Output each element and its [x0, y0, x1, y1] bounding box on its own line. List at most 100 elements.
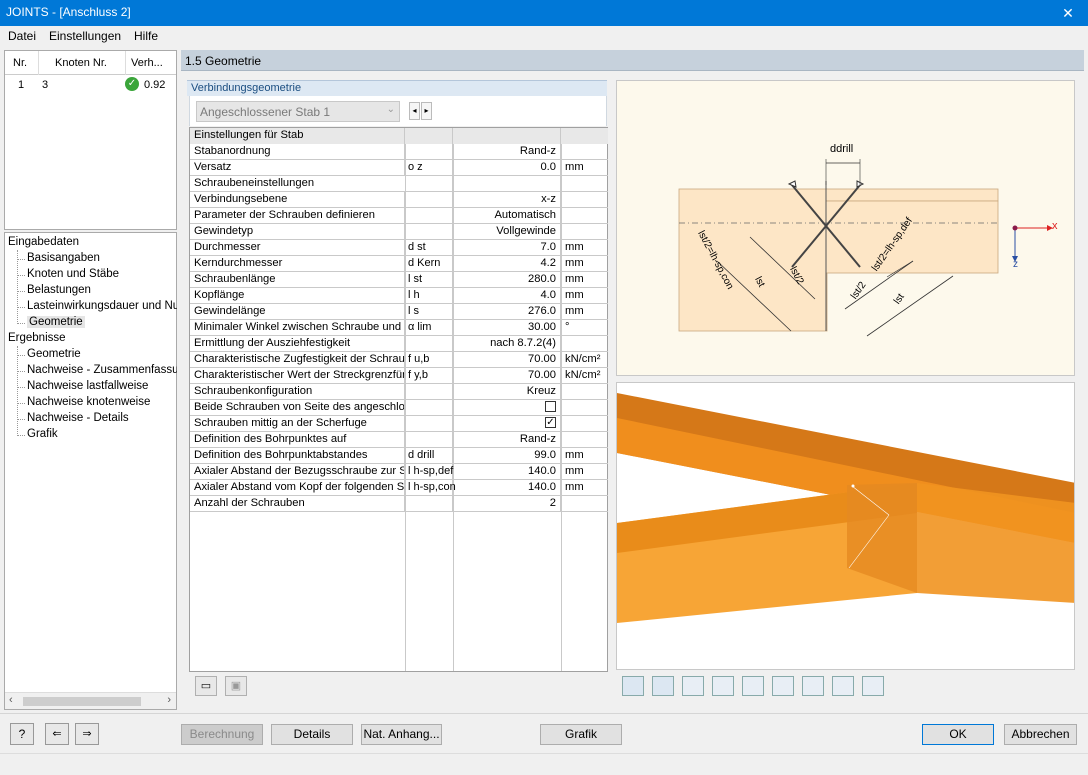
- view-x-icon[interactable]: [682, 676, 704, 696]
- member-select[interactable]: Angeschlossener Stab 1 ⌄: [196, 101, 400, 122]
- copy-view-icon[interactable]: [862, 676, 884, 696]
- tree-item-nachweise-details[interactable]: Nachweise - Details: [27, 412, 129, 424]
- grid-row[interactable]: Verbindungsebene x-z: [190, 192, 608, 208]
- grid-row[interactable]: Definition des Bohrpunktabstandes d drill…: [190, 448, 608, 464]
- horizontal-scrollbar[interactable]: ‹ ›: [5, 692, 176, 709]
- grid-value[interactable]: 140.0: [453, 464, 561, 480]
- grid-row[interactable]: Kopflänge l h 4.0 mm: [190, 288, 608, 304]
- grid-value[interactable]: 70.00: [453, 352, 561, 368]
- col-knoten[interactable]: Knoten Nr.: [55, 57, 107, 69]
- view-y-icon[interactable]: [742, 676, 764, 696]
- grid-value[interactable]: 276.0: [453, 304, 561, 320]
- grid-row[interactable]: Ermittlung der Ausziehfestigkeit nach 8.7…: [190, 336, 608, 352]
- grid-value[interactable]: 2: [453, 496, 561, 512]
- menu-hilfe[interactable]: Hilfe: [134, 29, 158, 43]
- grid-value[interactable]: [453, 400, 561, 416]
- ok-button[interactable]: OK: [922, 724, 994, 745]
- tree-group-eingabedaten[interactable]: Eingabedaten: [8, 236, 79, 248]
- nat-anhang-button[interactable]: Nat. Anhang...: [361, 724, 442, 745]
- tree-item-grafik[interactable]: Grafik: [27, 428, 58, 440]
- grid-row[interactable]: Charakteristischer Wert der Streckgrenzf…: [190, 368, 608, 384]
- grid-row[interactable]: Anzahl der Schrauben 2: [190, 496, 608, 512]
- menu-datei[interactable]: Datei: [8, 29, 36, 43]
- grid-row[interactable]: Schraubenlänge l st 280.0 mm: [190, 272, 608, 288]
- view-z-icon[interactable]: [772, 676, 794, 696]
- tree-item-nachweise-zusammenfassung[interactable]: Nachweise - Zusammenfassung: [27, 364, 177, 376]
- tree-item-basisangaben[interactable]: Basisangaben: [27, 252, 100, 264]
- table-row[interactable]: 1 3 ✓ 0.92: [5, 76, 176, 94]
- export-icon[interactable]: ⇒: [75, 723, 99, 745]
- tree-group-ergebnisse[interactable]: Ergebnisse: [8, 332, 66, 344]
- grid-label: Anzahl der Schrauben: [190, 496, 405, 512]
- grid-value[interactable]: 30.00: [453, 320, 561, 336]
- grid-row[interactable]: Versatz o z 0.0 mm: [190, 160, 608, 176]
- zoom-reset-icon[interactable]: [832, 676, 854, 696]
- grid-value[interactable]: Kreuz: [453, 384, 561, 400]
- grid-value[interactable]: 99.0: [453, 448, 561, 464]
- 3d-view[interactable]: [616, 382, 1075, 670]
- scroll-left-icon[interactable]: ‹: [9, 694, 13, 706]
- grid-value[interactable]: nach 8.7.2(4): [453, 336, 561, 352]
- view-minus-x-icon[interactable]: [712, 676, 734, 696]
- grid-value[interactable]: 7.0: [453, 240, 561, 256]
- close-icon[interactable]: ✕: [1048, 0, 1088, 26]
- tree-item-nachweise-lastfallweise[interactable]: Nachweise lastfallweise: [27, 380, 148, 392]
- grid-value[interactable]: 140.0: [453, 480, 561, 496]
- grid-row[interactable]: Parameter der Schrauben definieren Automa…: [190, 208, 608, 224]
- grid-row[interactable]: Stabanordnung Rand-z: [190, 144, 608, 160]
- grid-value[interactable]: ✓: [453, 416, 561, 432]
- grid-row[interactable]: Definition des Bohrpunktes auf Rand-z: [190, 432, 608, 448]
- tree-item-lasteinwirkungsdauer[interactable]: Lasteinwirkungsdauer und Nutz: [27, 300, 177, 312]
- details-button[interactable]: Details: [271, 724, 353, 745]
- col-nr[interactable]: Nr.: [13, 57, 27, 69]
- grafik-button[interactable]: Grafik: [540, 724, 622, 745]
- view-dim-z-icon[interactable]: [652, 676, 674, 696]
- book-icon[interactable]: ▭: [195, 676, 217, 696]
- tree-item-nachweise-knotenweise[interactable]: Nachweise knotenweise: [27, 396, 150, 408]
- tree-item-knoten-staebe[interactable]: Knoten und Stäbe: [27, 268, 119, 280]
- import-icon[interactable]: ⇐: [45, 723, 69, 745]
- grid-value[interactable]: 0.0: [453, 160, 561, 176]
- grid-value[interactable]: 280.0: [453, 272, 561, 288]
- grid-row[interactable]: Minimaler Winkel zwischen Schraube und F…: [190, 320, 608, 336]
- abbrechen-button[interactable]: Abbrechen: [1004, 724, 1077, 745]
- grid-value[interactable]: x-z: [453, 192, 561, 208]
- prev-member-button[interactable]: ◂: [409, 102, 420, 120]
- view-iso-icon[interactable]: [802, 676, 824, 696]
- grid-row[interactable]: Schraubenkonfiguration Kreuz: [190, 384, 608, 400]
- grid-row[interactable]: Axialer Abstand vom Kopf der folgenden S…: [190, 480, 608, 496]
- menu-einstellungen[interactable]: Einstellungen: [49, 29, 121, 43]
- grid-row[interactable]: Gewindelänge l s 276.0 mm: [190, 304, 608, 320]
- tree-item-geometrie-input[interactable]: Geometrie: [27, 316, 85, 328]
- grid-value[interactable]: 4.2: [453, 256, 561, 272]
- grid-value[interactable]: Rand-z: [453, 432, 561, 448]
- grid-value[interactable]: Vollgewinde: [453, 224, 561, 240]
- next-member-button[interactable]: ▸: [421, 102, 432, 120]
- grid-row[interactable]: Einstellungen für Stab: [190, 128, 608, 144]
- grid-value[interactable]: Automatisch: [453, 208, 561, 224]
- grid-row[interactable]: Beide Schrauben von Seite des angeschlos: [190, 400, 608, 416]
- scroll-right-icon[interactable]: ›: [167, 694, 171, 706]
- help-icon[interactable]: ?: [10, 723, 34, 745]
- col-verh[interactable]: Verh...: [131, 57, 163, 69]
- grid-row[interactable]: Gewindetyp Vollgewinde: [190, 224, 608, 240]
- grid-value[interactable]: Rand-z: [453, 144, 561, 160]
- grid-row[interactable]: Kerndurchmesser d Kern 4.2 mm: [190, 256, 608, 272]
- grid-row[interactable]: Axialer Abstand der Bezugsschraube zur S…: [190, 464, 608, 480]
- checkbox-checked[interactable]: ✓: [545, 416, 556, 428]
- grid-row[interactable]: Charakteristische Zugfestigkeit der Schr…: [190, 352, 608, 368]
- scrollbar-thumb[interactable]: [23, 697, 141, 706]
- view-dim-x-icon[interactable]: [622, 676, 644, 696]
- grid-unit: mm: [565, 481, 584, 493]
- tree-item-geometrie-result[interactable]: Geometrie: [27, 348, 81, 360]
- grid-value[interactable]: 4.0: [453, 288, 561, 304]
- grid-row[interactable]: Schrauben mittig an der Scherfuge ✓: [190, 416, 608, 432]
- save-icon[interactable]: ▣: [225, 676, 247, 696]
- grid-value[interactable]: 70.00: [453, 368, 561, 384]
- berechnung-button[interactable]: Berechnung: [181, 724, 263, 745]
- grid-label: Stabanordnung: [190, 144, 405, 160]
- grid-row[interactable]: Schraubeneinstellungen: [190, 176, 608, 192]
- checkbox-unchecked[interactable]: [545, 400, 556, 412]
- grid-row[interactable]: Durchmesser d st 7.0 mm: [190, 240, 608, 256]
- tree-item-belastungen[interactable]: Belastungen: [27, 284, 91, 296]
